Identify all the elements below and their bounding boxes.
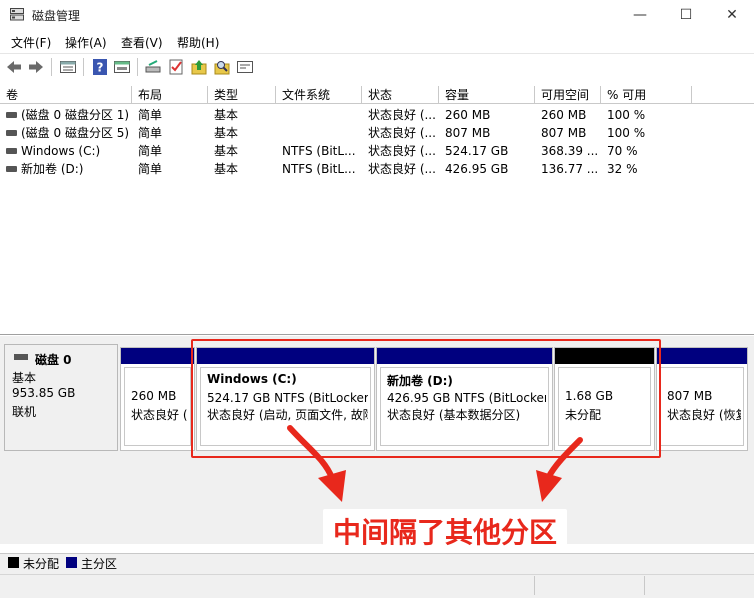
toolbar-separator: [83, 58, 84, 76]
volume-name: 新加卷 (D:): [21, 162, 84, 176]
volume-status: 状态良好 (...: [368, 162, 436, 176]
column-header-free-space[interactable]: 可用空间: [535, 86, 601, 104]
status-divider: [644, 576, 645, 595]
volume-layout: 简单: [138, 144, 163, 158]
volume-capacity: 524.17 GB: [445, 144, 509, 158]
volume-percent-free: 100 %: [607, 126, 646, 140]
menu-file[interactable]: 文件(F): [11, 34, 51, 51]
disk-list-icon[interactable]: [59, 58, 77, 76]
disk-type: 基本: [12, 371, 37, 385]
toolbar-separator: [51, 58, 52, 76]
volume-type: 基本: [214, 126, 239, 140]
column-header-layout[interactable]: 布局: [132, 86, 208, 104]
volume-filesystem: NTFS (BitL...: [282, 144, 356, 158]
volume-icon: [6, 165, 17, 172]
volume-type: 基本: [214, 108, 239, 122]
legend-primary-label: 主分区: [81, 557, 118, 571]
column-header-type[interactable]: 类型: [208, 86, 276, 104]
volume-name: Windows (C:): [21, 144, 101, 158]
column-header-volume[interactable]: 卷: [0, 86, 132, 104]
volume-name: (磁盘 0 磁盘分区 1): [21, 108, 130, 122]
disk-size: 953.85 GB: [12, 386, 76, 400]
volume-status: 状态良好 (...: [368, 126, 436, 140]
svg-text:?: ?: [97, 61, 104, 75]
volume-layout: 简单: [138, 126, 163, 140]
volume-layout: 简单: [138, 162, 163, 176]
menu-bar: [0, 30, 754, 52]
maximize-icon: ☐: [679, 7, 693, 23]
forward-icon[interactable]: [27, 58, 45, 76]
maximize-button[interactable]: ☐: [663, 0, 709, 30]
partition-type-bar: [657, 348, 747, 364]
volume-free: 260 MB: [541, 108, 587, 122]
partition-status: 状态良好 (恢复分区): [667, 408, 741, 422]
volume-icon: [6, 129, 17, 136]
partition-efi[interactable]: 260 MB 状态良好 (EFI 系统分区): [120, 347, 195, 451]
table-row[interactable]: (磁盘 0 磁盘分区 5) 简单 基本 状态良好 (... 807 MB 807…: [0, 124, 754, 142]
disk-state: 联机: [12, 405, 37, 419]
disk-name: 磁盘 0: [35, 353, 72, 367]
volume-status: 状态良好 (...: [368, 144, 436, 158]
partition-size: 807 MB: [667, 389, 713, 403]
minimize-button[interactable]: —: [617, 0, 663, 30]
volume-icon: [6, 111, 17, 118]
minimize-icon: —: [633, 7, 647, 23]
console-icon[interactable]: [236, 58, 254, 76]
window-title: 磁盘管理: [32, 9, 81, 23]
menu-view[interactable]: 查看(V): [121, 34, 163, 51]
volume-free: 368.39 ...: [541, 144, 599, 158]
partition-status: 状态良好 (EFI 系统分区): [131, 408, 188, 422]
close-button[interactable]: ✕: [709, 0, 754, 30]
column-header-status[interactable]: 状态: [362, 86, 439, 104]
partition-size: 260 MB: [131, 389, 177, 403]
volume-name: (磁盘 0 磁盘分区 5): [21, 126, 130, 140]
close-icon: ✕: [726, 7, 738, 23]
status-bar: [0, 574, 754, 598]
search-icon[interactable]: [213, 58, 231, 76]
up-icon[interactable]: [190, 58, 208, 76]
legend-unallocated-label: 未分配: [23, 557, 60, 571]
disk-info-panel[interactable]: 磁盘 0 基本 953.85 GB 联机: [4, 344, 118, 451]
volume-capacity: 260 MB: [445, 108, 491, 122]
connect-icon[interactable]: [144, 58, 162, 76]
volume-type: 基本: [214, 144, 239, 158]
annotation-arrows: [287, 425, 583, 502]
back-icon[interactable]: [5, 58, 23, 76]
legend-primary-swatch: [66, 557, 77, 568]
column-header-capacity[interactable]: 容量: [439, 86, 535, 104]
volume-capacity: 426.95 GB: [445, 162, 509, 176]
toolbar-separator: [137, 58, 138, 76]
column-header-percent-free[interactable]: % 可用: [601, 86, 692, 104]
menu-help[interactable]: 帮助(H): [177, 34, 219, 51]
help-icon[interactable]: ?: [91, 58, 109, 76]
properties-icon[interactable]: [113, 58, 131, 76]
volume-percent-free: 100 %: [607, 108, 646, 122]
partition-recovery[interactable]: 807 MB 状态良好 (恢复分区): [656, 347, 748, 451]
volume-free: 136.77 ...: [541, 162, 599, 176]
volume-status: 状态良好 (...: [368, 108, 436, 122]
column-header-filesystem[interactable]: 文件系统: [276, 86, 362, 104]
disk-management-app-icon: [10, 8, 24, 21]
volume-capacity: 807 MB: [445, 126, 491, 140]
annotation-label: 中间隔了其他分区: [323, 509, 567, 557]
volume-icon: [6, 147, 17, 154]
disk-icon: [14, 354, 28, 360]
table-row[interactable]: (磁盘 0 磁盘分区 1) 简单 基本 状态良好 (... 260 MB 260…: [0, 106, 754, 124]
column-header-filler: [692, 86, 754, 104]
volume-percent-free: 70 %: [607, 144, 638, 158]
legend-unallocated-swatch: [8, 557, 19, 568]
partition-type-bar: [121, 348, 194, 364]
menu-action[interactable]: 操作(A): [65, 34, 107, 51]
volume-filesystem: NTFS (BitL...: [282, 162, 356, 176]
status-divider: [534, 576, 535, 595]
volume-layout: 简单: [138, 108, 163, 122]
volume-type: 基本: [214, 162, 239, 176]
volume-free: 807 MB: [541, 126, 587, 140]
table-row[interactable]: Windows (C:) 简单 基本 NTFS (BitL... 状态良好 (.…: [0, 142, 754, 160]
table-row[interactable]: 新加卷 (D:) 简单 基本 NTFS (BitL... 状态良好 (... 4…: [0, 160, 754, 178]
volume-percent-free: 32 %: [607, 162, 638, 176]
check-icon[interactable]: [167, 58, 185, 76]
